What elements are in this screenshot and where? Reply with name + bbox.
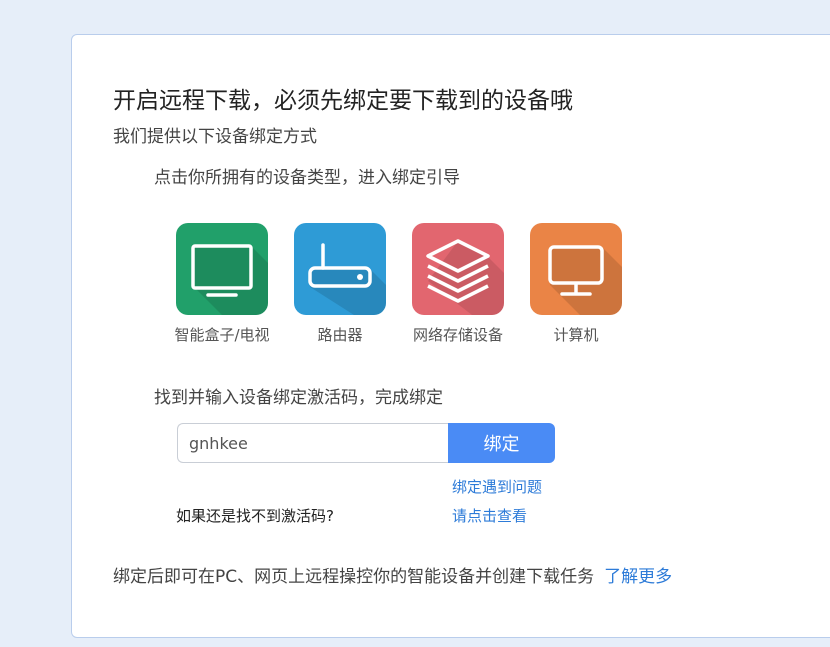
footer-text: 绑定后即可在PC、网页上远程操控你的智能设备并创建下载任务 bbox=[113, 567, 595, 587]
tv-icon bbox=[191, 244, 268, 315]
device-label-storage: 网络存储设备 bbox=[412, 326, 503, 344]
bind-button[interactable]: 绑定 bbox=[448, 423, 555, 463]
click-to-view-link[interactable]: 请点击查看 bbox=[452, 505, 527, 526]
device-type-list: 智能盒子/电视 路由器 网络存储设备 计算机 bbox=[167, 223, 647, 353]
device-router[interactable]: 路由器 bbox=[285, 223, 395, 345]
tv-tile[interactable] bbox=[176, 223, 268, 315]
footer-description: 绑定后即可在PC、网页上远程操控你的智能设备并创建下载任务 了解更多 bbox=[113, 562, 672, 587]
bind-device-card: 开启远程下载，必须先绑定要下载到的设备哦 我们提供以下设备绑定方式 点击你所拥有… bbox=[71, 34, 830, 638]
device-label-computer: 计算机 bbox=[553, 326, 599, 344]
page-title: 开启远程下载，必须先绑定要下载到的设备哦 bbox=[113, 88, 573, 114]
step-one-instruction: 点击你所拥有的设备类型，进入绑定引导 bbox=[154, 168, 460, 188]
code-not-found-text: 如果还是找不到激活码? bbox=[176, 507, 334, 525]
activation-code-input[interactable] bbox=[177, 423, 449, 463]
router-icon bbox=[308, 243, 386, 315]
step-two-instruction: 找到并输入设备绑定激活码，完成绑定 bbox=[154, 388, 443, 408]
device-label-tv: 智能盒子/电视 bbox=[174, 326, 270, 344]
device-tv-box[interactable]: 智能盒子/电视 bbox=[167, 223, 277, 345]
storage-tile[interactable] bbox=[412, 223, 504, 315]
router-tile[interactable] bbox=[294, 223, 386, 315]
storage-layers-icon bbox=[426, 239, 504, 315]
computer-tile[interactable] bbox=[530, 223, 622, 315]
device-computer[interactable]: 计算机 bbox=[521, 223, 631, 345]
device-network-storage[interactable]: 网络存储设备 bbox=[403, 223, 513, 345]
learn-more-link[interactable]: 了解更多 bbox=[604, 567, 672, 587]
bind-problem-link[interactable]: 绑定遇到问题 bbox=[452, 476, 542, 497]
computer-monitor-icon bbox=[548, 245, 622, 315]
device-label-router: 路由器 bbox=[317, 326, 363, 344]
page-subtitle: 我们提供以下设备绑定方式 bbox=[113, 127, 317, 147]
